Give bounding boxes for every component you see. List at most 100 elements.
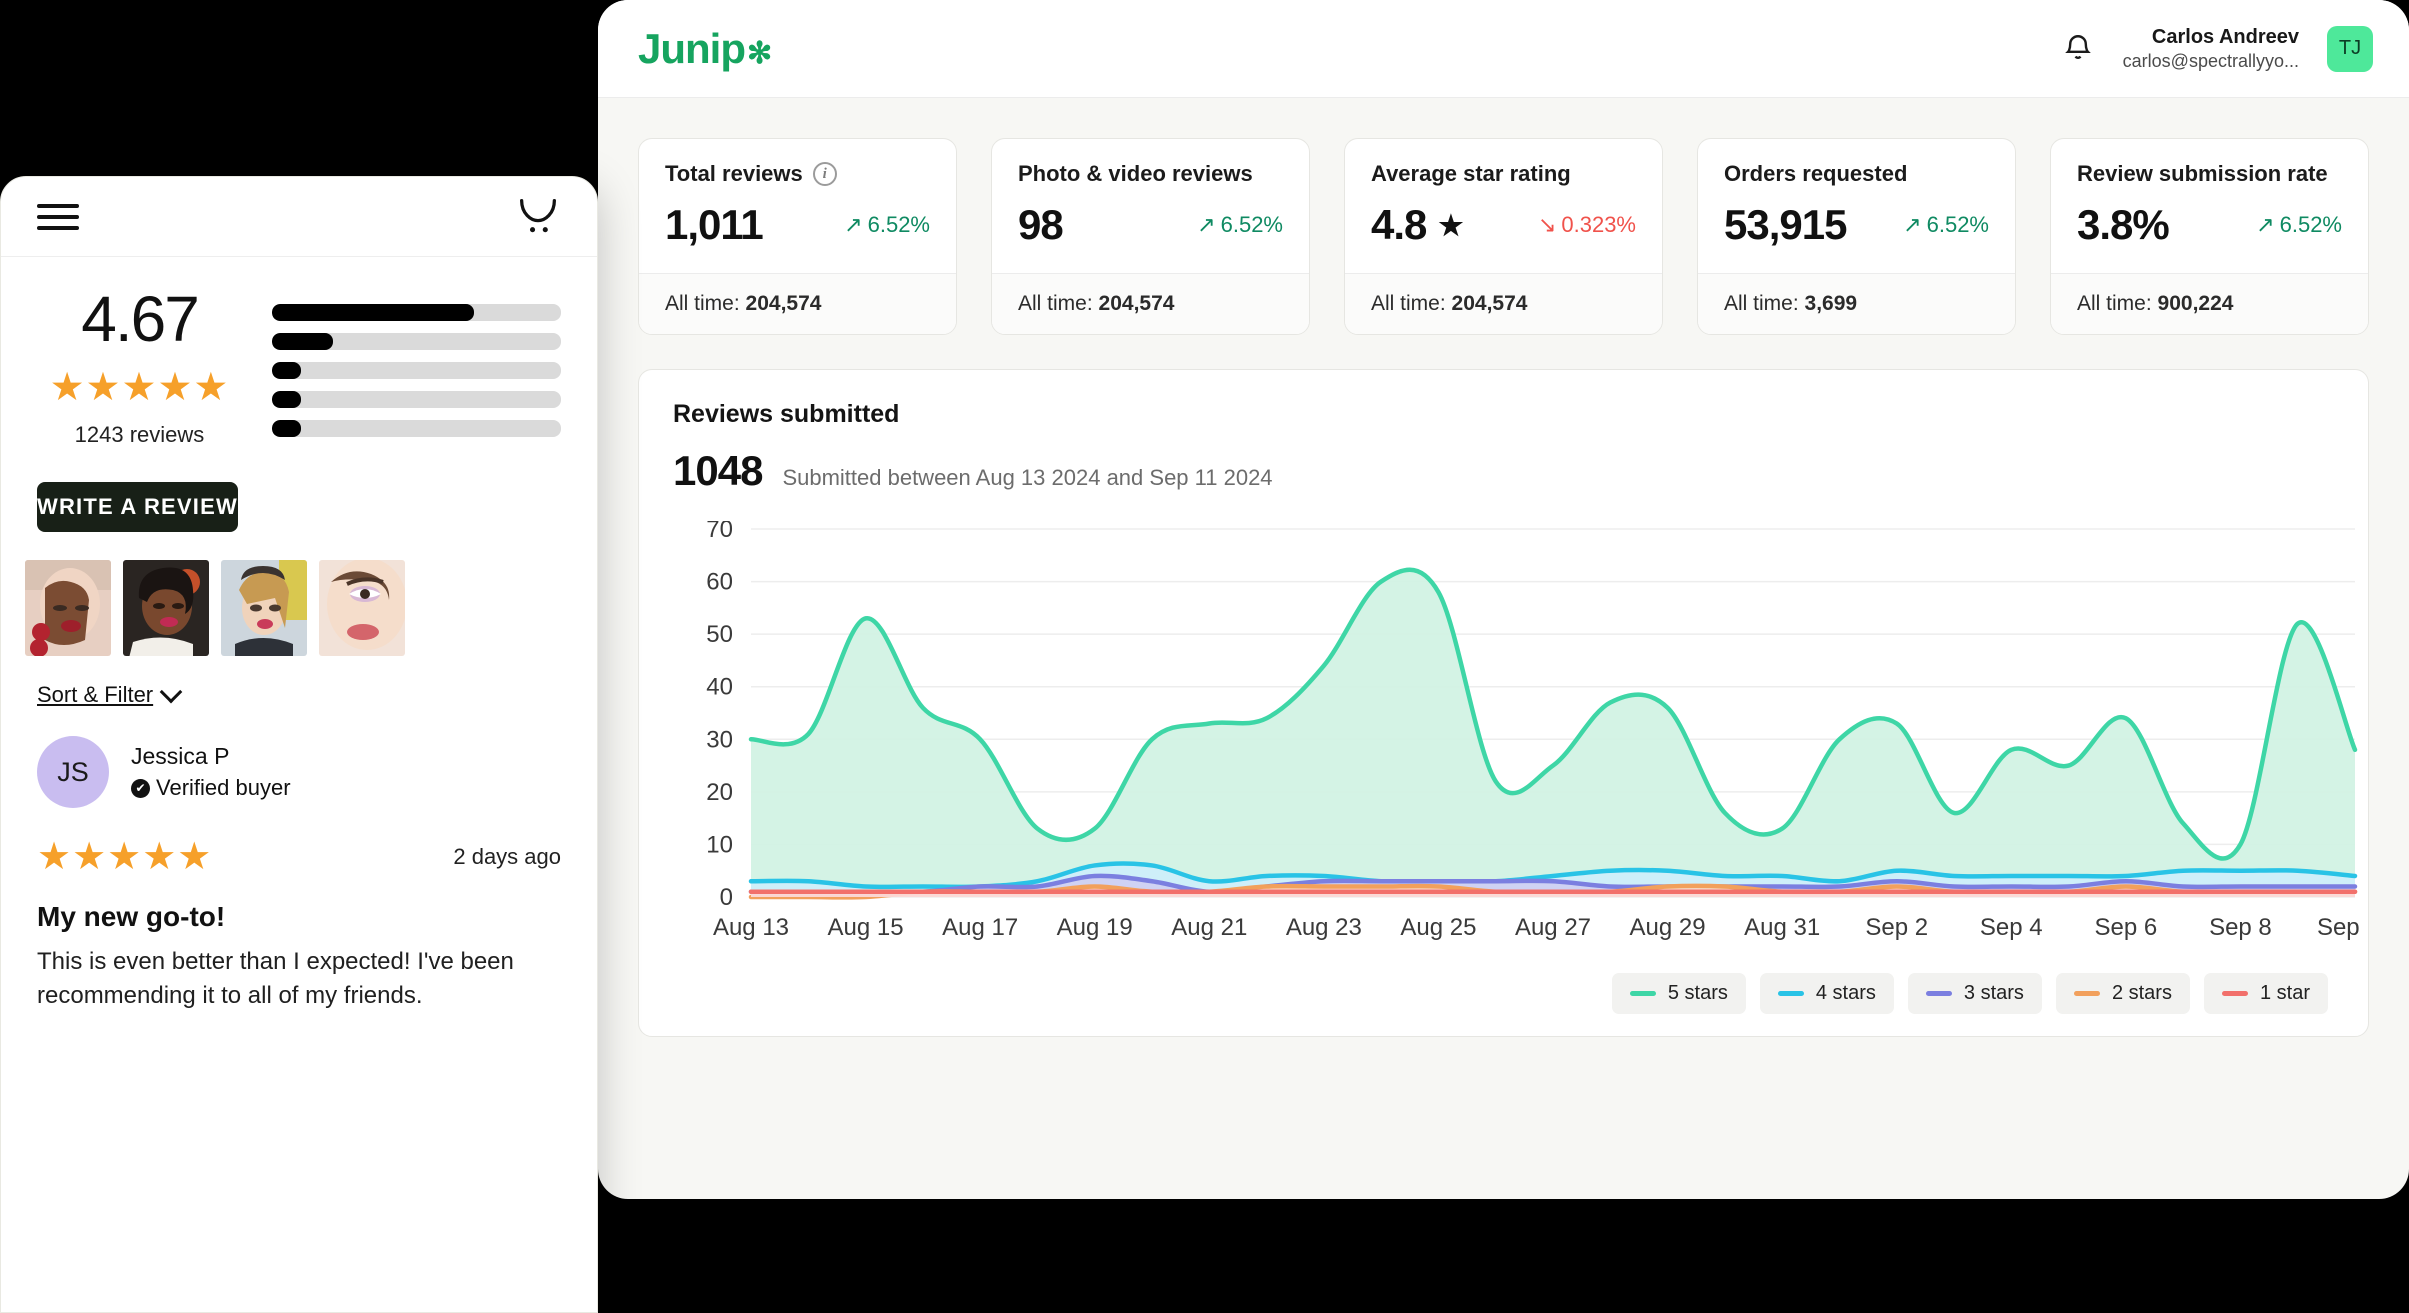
- card-top: Review submission rate 3.8% ↗ 6.52%: [2051, 139, 2368, 273]
- shopping-cart-icon[interactable]: [515, 197, 561, 237]
- card-value-wrap: 4.8 ★: [1371, 201, 1464, 249]
- x-axis-tick: Aug 29: [1630, 914, 1706, 941]
- phone-header: [1, 177, 597, 257]
- rating-bar-2: [272, 391, 561, 408]
- card-value: 1,011: [665, 201, 764, 248]
- legend-label: 4 stars: [1815, 982, 1876, 1004]
- card-delta: ↘ 0.323%: [1538, 212, 1636, 238]
- delta-value: 6.52%: [2279, 212, 2342, 237]
- card-title: Total reviews: [665, 161, 803, 186]
- footer-label: All time:: [1724, 292, 1799, 315]
- card-delta: ↗ 6.52%: [1197, 212, 1283, 238]
- stat-card-total-reviews: Total reviews i 1,011 ↗ 6.52% All time: …: [638, 138, 957, 335]
- chart-plot: 0 10 20 30 40 50 60 70 Aug 13 Aug 15 Aug 17 Aug 19 A…: [673, 521, 2363, 951]
- user-info[interactable]: Carlos Andreev carlos@spectrallyyo...: [2123, 25, 2299, 73]
- legend-item-3-stars[interactable]: 3 stars: [1907, 973, 2042, 1014]
- legend-label: 1 star: [2259, 982, 2310, 1004]
- user-name: Carlos Andreev: [2151, 25, 2299, 48]
- legend-label: 2 stars: [2111, 982, 2172, 1004]
- legend-item-5-stars[interactable]: 5 stars: [1611, 973, 1746, 1014]
- x-axis-tick: Sep 10: [2317, 914, 2363, 941]
- junip-logo[interactable]: Junip ✻: [638, 25, 772, 73]
- review-author-row: JS Jessica P ✔ Verified buyer: [37, 736, 561, 808]
- avatar[interactable]: TJ: [2327, 25, 2373, 72]
- card-value: 3.8%: [2077, 201, 2170, 248]
- legend-item-2-stars[interactable]: 2 stars: [2055, 973, 2190, 1014]
- stat-card-photo-video-reviews: Photo & video reviews 98 ↗ 6.52% All tim…: [991, 138, 1310, 335]
- x-axis-tick: Aug 13: [713, 914, 789, 941]
- trend-up-icon: ↗: [1197, 212, 1216, 237]
- delta-value: 0.323%: [1561, 212, 1636, 237]
- review-photo-4[interactable]: [319, 560, 405, 656]
- review-photo-gallery: [1, 532, 597, 656]
- card-delta: ↗ 6.52%: [2256, 212, 2342, 238]
- rating-bar-fill: [272, 333, 333, 350]
- review-timestamp: 2 days ago: [453, 843, 561, 869]
- card-value: 98: [1018, 201, 1064, 248]
- rating-summary: 4.67 ★★★★★ 1243 reviews: [1, 257, 597, 454]
- stat-cards-row: Total reviews i 1,011 ↗ 6.52% All time: …: [598, 98, 2409, 335]
- footer-label: All time:: [2077, 292, 2152, 315]
- card-top: Average star rating 4.8 ★ ↘ 0.323%: [1345, 139, 1662, 273]
- bell-icon[interactable]: [2061, 32, 2095, 66]
- y-axis-tick: 50: [706, 621, 733, 648]
- write-a-review-button[interactable]: WRITE A REVIEW: [37, 482, 238, 532]
- x-axis-tick: Aug 15: [828, 914, 904, 941]
- card-title-row: Average star rating: [1371, 161, 1636, 187]
- trend-up-icon: ↗: [1903, 212, 1922, 237]
- card-delta: ↗ 6.52%: [1903, 212, 1989, 238]
- legend-swatch: [1777, 991, 1804, 996]
- card-delta: ↗ 6.52%: [844, 212, 930, 238]
- rating-bar-fill: [272, 420, 301, 437]
- check-circle-icon: ✔: [131, 778, 150, 798]
- verified-buyer-badge: ✔ Verified buyer: [131, 775, 291, 801]
- x-axis-tick: Aug 19: [1057, 914, 1133, 941]
- legend-swatch: [1629, 991, 1656, 996]
- star-rating-icons: ★★★★★: [49, 366, 230, 409]
- footer-value: 204,574: [1451, 292, 1528, 315]
- review-photo-3[interactable]: [221, 560, 307, 656]
- screen: Junip ✻ Carlos Andreev carlos@spectrallyy…: [0, 0, 2409, 1313]
- reviews-count: 1243 reviews: [74, 422, 205, 447]
- review-avatar: JS: [37, 736, 109, 808]
- rating-bar-4: [272, 333, 561, 350]
- area-chart-svg[interactable]: 0 10 20 30 40 50 60 70 Aug 13 Aug 15 Aug 17 Aug 19 A…: [673, 521, 2363, 951]
- review-photo-2[interactable]: [123, 560, 209, 656]
- legend-item-4-stars[interactable]: 4 stars: [1759, 973, 1894, 1014]
- stat-card-review-submission-rate: Review submission rate 3.8% ↗ 6.52% All …: [2050, 138, 2369, 335]
- y-axis-tick: 60: [706, 569, 733, 596]
- card-value-row: 53,915 ↗ 6.52%: [1724, 201, 1989, 249]
- review-author-name: Jessica P: [131, 743, 230, 769]
- footer-label: All time:: [1371, 292, 1446, 315]
- y-axis-tick: 30: [706, 726, 733, 753]
- rating-distribution-bars: [272, 298, 561, 437]
- y-axis-tick: 0: [720, 884, 733, 911]
- sort-filter-control[interactable]: Sort & Filter: [1, 656, 597, 708]
- rating-bar-5: [272, 304, 561, 321]
- trend-down-icon: ↘: [1537, 212, 1557, 237]
- review-star-icons: ★★★★★: [37, 836, 213, 878]
- hamburger-menu-icon[interactable]: [37, 197, 79, 237]
- y-axis-tick: 20: [706, 779, 733, 806]
- card-value-row: 1,011 ↗ 6.52%: [665, 201, 930, 249]
- reviews-submitted-panel: Reviews submitted 1048 Submitted between…: [638, 369, 2369, 1037]
- card-title-row: Review submission rate: [2077, 161, 2342, 187]
- series-1-star: [748, 889, 2358, 897]
- topbar-right: Carlos Andreev carlos@spectrallyyo... TJ: [2061, 25, 2373, 73]
- chevron-down-icon: [159, 680, 183, 703]
- info-icon[interactable]: i: [812, 162, 837, 186]
- card-footer: All time: 204,574: [1345, 273, 1662, 334]
- rating-bar-1: [272, 420, 561, 437]
- footer-value: 3,699: [1804, 292, 1858, 315]
- series-5-stars: [748, 567, 2358, 897]
- card-title-row: Photo & video reviews: [1018, 161, 1283, 187]
- footer-value: 204,574: [1098, 292, 1175, 315]
- card-title: Orders requested: [1724, 161, 1908, 186]
- legend-item-1-star[interactable]: 1 star: [2203, 973, 2328, 1014]
- chart-date-range: Submitted between Aug 13 2024 and Sep 11…: [782, 465, 1273, 490]
- footer-value: 900,224: [2157, 292, 2234, 315]
- delta-value: 6.52%: [867, 212, 930, 237]
- review-photo-1[interactable]: [25, 560, 111, 656]
- legend-swatch: [2221, 991, 2248, 996]
- card-value-row: 98 ↗ 6.52%: [1018, 201, 1283, 249]
